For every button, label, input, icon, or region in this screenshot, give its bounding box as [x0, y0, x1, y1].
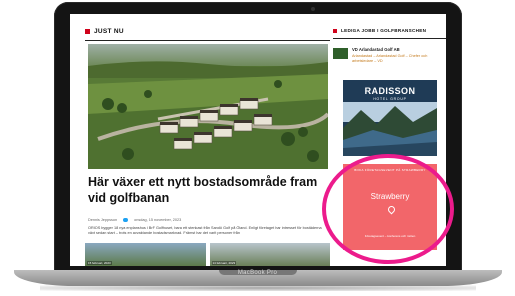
- just-nu-header: JUST NU: [85, 14, 330, 35]
- thumbnail-card[interactable]: 14 februari, 2023: [209, 243, 330, 266]
- section-divider: [85, 40, 330, 41]
- highlight-circle: [322, 154, 454, 264]
- sidebar-divider: [333, 38, 446, 39]
- thumbnail-card[interactable]: 15 februari, 2023: [85, 243, 206, 266]
- company-logo-icon: [333, 48, 348, 59]
- radisson-logo: RADISSON: [364, 86, 416, 96]
- related-thumbnails: 15 februari, 2023 14 februari, 2023: [85, 243, 330, 266]
- radisson-ad[interactable]: RADISSON HOTEL GROUP: [343, 80, 437, 156]
- radisson-subtitle: HOTEL GROUP: [373, 97, 407, 101]
- laptop-mockup: JUST NU Här växer ett nytt bostadsområde…: [0, 0, 515, 296]
- laptop-brand-label: MacBook Pro: [237, 270, 278, 276]
- section-marker-icon: [85, 29, 90, 34]
- main-column: JUST NU Här växer ett nytt bostadsområde…: [85, 14, 330, 266]
- jobs-section-title: LEDIGA JOBB I GOLFBRANSCHEN: [341, 28, 427, 33]
- twitter-icon[interactable]: [123, 218, 129, 222]
- section-title: JUST NU: [94, 28, 124, 35]
- author-name[interactable]: Dennis Jeppsson: [88, 218, 117, 222]
- article-date: onsdag, 15 november, 2023: [134, 218, 182, 222]
- job-title[interactable]: VD Arlandastad Golf AB: [352, 47, 400, 52]
- thumbnail-date: 15 februari, 2023: [87, 261, 112, 265]
- jobs-header: LEDIGA JOBB I GOLFBRANSCHEN: [333, 14, 446, 33]
- article-excerpt: ORIOS bygger 18 nya enplanshus i BrF Gol…: [88, 226, 322, 236]
- job-meta[interactable]: Arlandastad – Arlandastad Golf – Chefer …: [352, 54, 444, 64]
- article-byline: Dennis Jeppsson onsdag, 15 november, 202…: [88, 218, 181, 222]
- radisson-branding: RADISSON HOTEL GROUP: [343, 86, 437, 101]
- article-hero-image[interactable]: [88, 44, 328, 169]
- thumbnail-date: 14 februari, 2023: [211, 261, 237, 265]
- article-headline[interactable]: Här växer ett nytt bostadsområde fram vi…: [88, 174, 328, 206]
- job-listing[interactable]: VD Arlandastad Golf AB Arlandastad – Arl…: [333, 44, 446, 74]
- aerial-housing-illustration: [88, 44, 328, 169]
- camera-icon: [311, 7, 315, 11]
- section-marker-icon: [333, 28, 337, 33]
